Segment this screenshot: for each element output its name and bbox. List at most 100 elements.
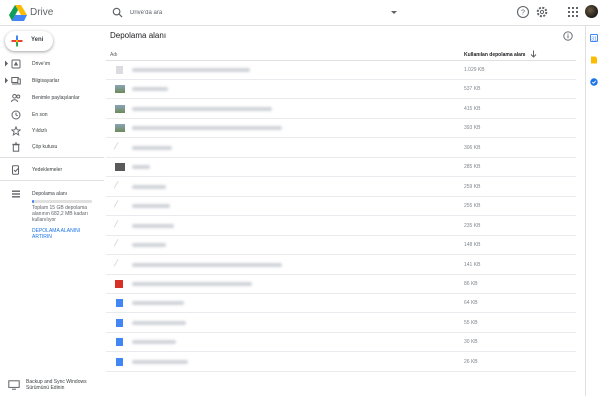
- file-name-redacted: [132, 359, 188, 364]
- expand-arrow-icon[interactable]: [4, 77, 9, 84]
- file-size: 141 KB: [464, 261, 481, 268]
- search-icon[interactable]: [112, 7, 123, 18]
- storage-usage-text: Toplam 15 GB depolama alanının 682,2 MB …: [32, 205, 88, 223]
- shared-with-me-icon: [11, 94, 21, 103]
- file-row[interactable]: 259 KB: [106, 178, 576, 197]
- storage-icon: [12, 190, 20, 198]
- sidebar-item-label: Benimle paylaşılanlar: [32, 95, 80, 101]
- account-avatar[interactable]: [585, 5, 598, 18]
- svg-text:31: 31: [591, 36, 597, 42]
- file-row[interactable]: 55 KB: [106, 314, 576, 333]
- file-row[interactable]: 30 KB: [106, 333, 576, 353]
- keep-icon[interactable]: [590, 56, 598, 64]
- sidebar-item-label: Çöp kutusu: [32, 144, 58, 150]
- backups-icon: [12, 165, 19, 175]
- side-panel-rail: 31: [585, 26, 600, 396]
- sidebar-item-shared[interactable]: Benimle paylaşılanlar: [0, 91, 104, 105]
- file-size: 393 KB: [464, 125, 481, 132]
- file-row[interactable]: 306 KB: [106, 139, 576, 158]
- file-row[interactable]: 235 KB: [106, 217, 576, 236]
- sidebar-item-label: En son: [32, 112, 48, 118]
- file-row[interactable]: 64 KB: [106, 294, 576, 314]
- search-bar[interactable]: [106, 3, 402, 22]
- file-name-redacted: [132, 126, 282, 131]
- file-size: 26 KB: [464, 358, 478, 365]
- sidebar-item-label: Drive'ım: [32, 61, 51, 67]
- file-size: 86 KB: [464, 280, 478, 287]
- file-row[interactable]: 255 KB: [106, 197, 576, 217]
- file-icon: [113, 258, 127, 271]
- file-icon: [113, 180, 127, 193]
- storage-progress-bar: [32, 200, 92, 203]
- file-row[interactable]: 26 KB: [106, 353, 576, 372]
- file-name-redacted: [132, 165, 150, 170]
- file-size: 285 KB: [464, 164, 481, 171]
- column-header-storage-used[interactable]: Kullanılan depolama alanı: [464, 52, 525, 58]
- file-name-redacted: [132, 106, 272, 111]
- backup-sync-promo[interactable]: Backup and Sync Windows Sürümünü Edinin: [6, 378, 106, 396]
- file-name-redacted: [132, 184, 166, 189]
- new-button[interactable]: Yeni: [5, 31, 53, 51]
- file-size: 306 KB: [464, 144, 481, 151]
- file-row[interactable]: 148 KB: [106, 236, 576, 256]
- file-size: 235 KB: [464, 222, 481, 229]
- sidebar-item-trash[interactable]: Çöp kutusu: [0, 140, 104, 154]
- file-name-redacted: [132, 340, 176, 345]
- file-row[interactable]: 393 KB: [106, 119, 576, 139]
- image-thumbnail-icon: [115, 163, 125, 172]
- expand-arrow-icon[interactable]: [4, 60, 9, 67]
- pdf-file-icon: [115, 279, 123, 288]
- info-icon[interactable]: [563, 31, 573, 41]
- sidebar-item-storage[interactable]: Depolama alanı: [0, 187, 104, 201]
- file-row[interactable]: 285 KB: [106, 158, 576, 178]
- monitor-icon: [8, 380, 20, 390]
- file-row[interactable]: 141 KB: [106, 256, 576, 275]
- page-title: Depolama alanı: [110, 31, 167, 40]
- file-size: 1.029 KB: [464, 67, 485, 73]
- search-input[interactable]: [130, 5, 380, 20]
- sidebar-item-starred[interactable]: Yıldızlı: [0, 124, 104, 138]
- file-name-redacted: [132, 87, 168, 92]
- trash-icon: [12, 142, 20, 152]
- plus-icon: [11, 35, 23, 47]
- file-icon: [116, 66, 123, 74]
- search-options-icon[interactable]: [390, 8, 398, 16]
- file-name-redacted: [132, 223, 174, 228]
- sidebar-item-label: Depolama alanı: [32, 191, 68, 197]
- document-file-icon: [116, 318, 123, 327]
- image-thumbnail-icon: [115, 104, 125, 113]
- sidebar-item-recent[interactable]: En son: [0, 108, 104, 122]
- sidebar-item-backups[interactable]: Yedeklemeler: [0, 163, 104, 177]
- settings-gear-icon[interactable]: [535, 5, 549, 19]
- sidebar-item-computers[interactable]: Bilgisayarlar: [0, 74, 104, 88]
- tasks-icon[interactable]: [590, 78, 598, 86]
- file-name-redacted: [132, 262, 282, 267]
- drive-logo-icon[interactable]: [9, 5, 27, 21]
- computers-icon: [11, 77, 21, 85]
- svg-text:?: ?: [521, 10, 525, 17]
- file-row[interactable]: 537 KB: [106, 80, 576, 100]
- sidebar-item-my-drive[interactable]: Drive'ım: [0, 57, 104, 71]
- sort-descending-arrow-icon[interactable]: [530, 50, 537, 58]
- calendar-icon[interactable]: 31: [590, 34, 598, 42]
- file-row[interactable]: 1.029 KB: [106, 61, 576, 80]
- help-icon[interactable]: ?: [516, 5, 530, 19]
- upgrade-storage-link[interactable]: DEPOLAMA ALANINI ARTIRIN: [32, 228, 96, 240]
- my-drive-icon: [11, 59, 21, 69]
- recent-clock-icon: [11, 110, 21, 120]
- file-size: 64 KB: [464, 300, 478, 307]
- new-button-label: Yeni: [31, 37, 44, 43]
- file-size: 55 KB: [464, 319, 478, 326]
- file-size: 30 KB: [464, 339, 478, 346]
- file-icon: [113, 219, 127, 232]
- document-file-icon: [116, 357, 123, 366]
- file-row[interactable]: 86 KB: [106, 275, 576, 294]
- file-row[interactable]: 415 KB: [106, 100, 576, 119]
- app-title: Drive: [30, 7, 54, 18]
- column-header-name[interactable]: Adı: [110, 52, 118, 58]
- sidebar-divider: [0, 180, 104, 181]
- file-size: 255 KB: [464, 203, 481, 210]
- file-name-redacted: [132, 145, 172, 150]
- sidebar-item-label: Bilgisayarlar: [32, 78, 60, 84]
- apps-grid-icon[interactable]: [566, 5, 580, 19]
